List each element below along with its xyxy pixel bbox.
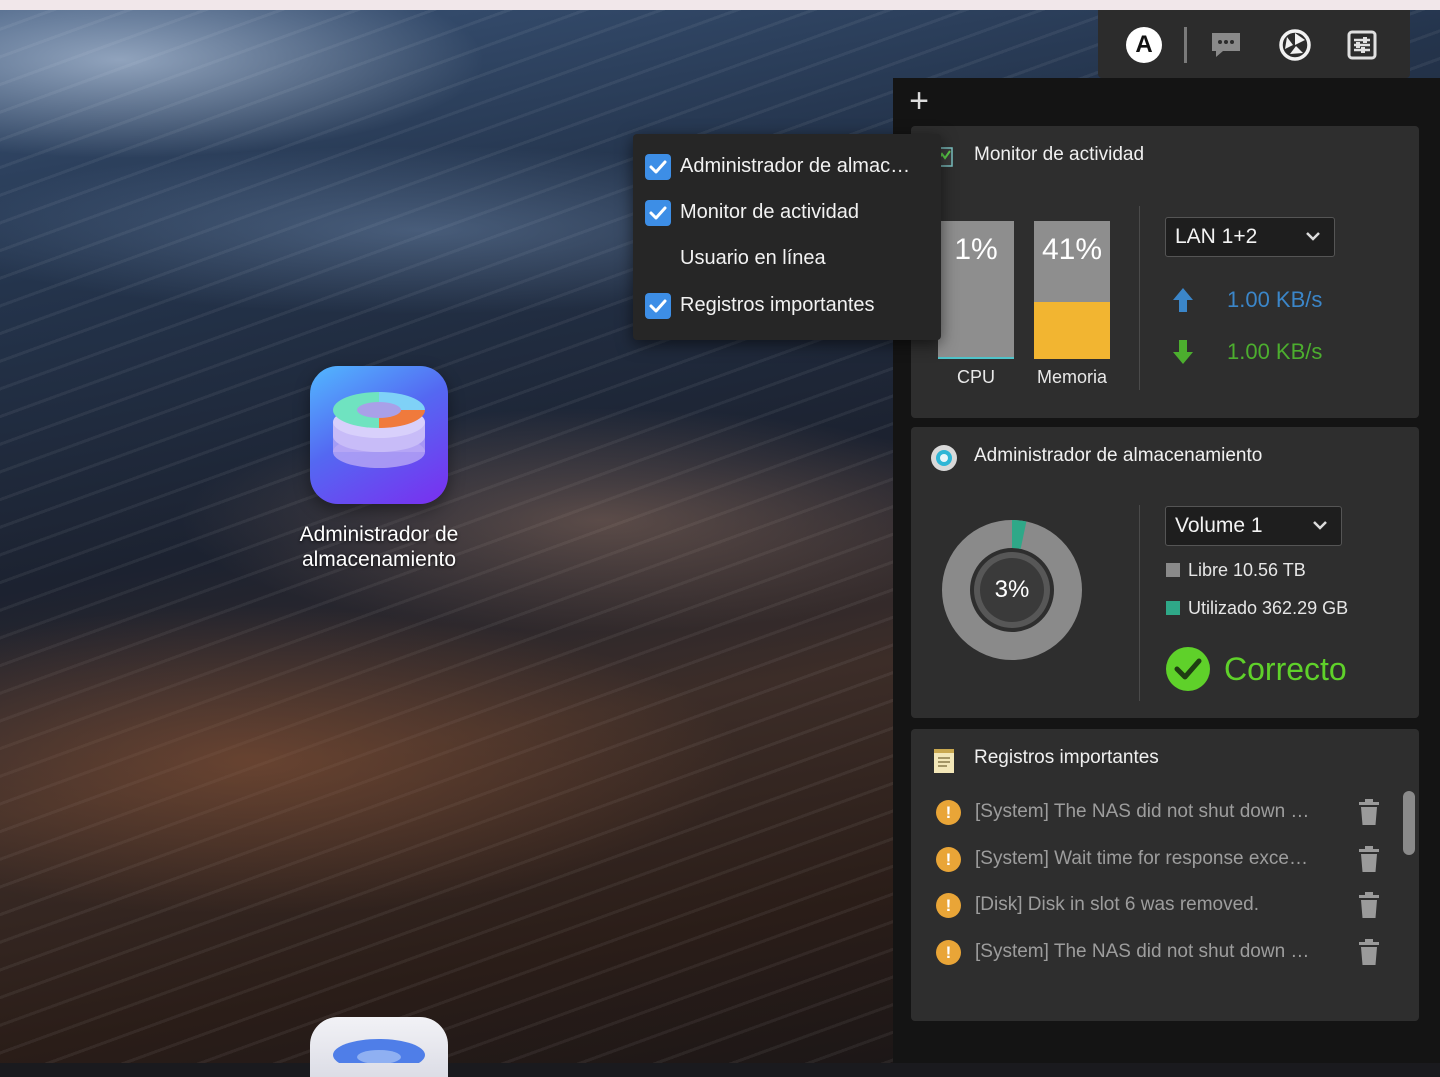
log-entry-text: [System] The NAS did not shut down … bbox=[975, 940, 1310, 962]
warning-icon: ! bbox=[936, 939, 961, 965]
storage-stack-icon bbox=[333, 392, 425, 468]
chevron-down-icon bbox=[1306, 232, 1320, 241]
storage-manager-title: Administrador de almacenamiento bbox=[974, 445, 1263, 466]
widget-selection-menu: Administrador de almac… Monitor de activi… bbox=[633, 134, 941, 340]
volume-select[interactable]: Volume 1 bbox=[1165, 506, 1342, 546]
used-legend-swatch bbox=[1166, 601, 1180, 615]
free-legend-swatch bbox=[1166, 563, 1180, 577]
checkbox-checked-icon[interactable] bbox=[645, 293, 671, 319]
dashboard-icon bbox=[1279, 29, 1311, 61]
trash-icon[interactable] bbox=[1357, 845, 1381, 873]
download-rate: 1.00 KB/s bbox=[1227, 339, 1323, 364]
activity-monitor-widget: Monitor de actividad 1% CPU 41% Memoria … bbox=[911, 126, 1419, 418]
chat-icon bbox=[1212, 33, 1240, 57]
widget-menu-item-label: Usuario en línea bbox=[680, 247, 826, 269]
network-interface-value: LAN 1+2 bbox=[1175, 225, 1258, 248]
window-top-strip bbox=[0, 0, 1440, 10]
checkbox-checked-icon[interactable] bbox=[645, 154, 671, 180]
log-entry-row[interactable]: ! [Disk] Disk in slot 6 was removed. bbox=[931, 889, 1379, 925]
free-space-label: Libre 10.56 TB bbox=[1188, 560, 1306, 580]
log-entry-text: [Disk] Disk in slot 6 was removed. bbox=[975, 894, 1260, 915]
chevron-down-icon bbox=[1313, 521, 1327, 530]
widget-menu-item[interactable]: Registros importantes bbox=[645, 285, 935, 329]
status-ok-icon bbox=[1166, 647, 1210, 691]
memory-usage-bar: 41% bbox=[1034, 221, 1110, 359]
dashboard-button[interactable] bbox=[1275, 25, 1315, 65]
widget-menu-item[interactable]: Usuario en línea bbox=[645, 238, 935, 282]
storage-status-text: Correcto bbox=[1224, 651, 1347, 687]
toolbar-separator bbox=[1184, 27, 1187, 63]
trash-icon[interactable] bbox=[1357, 891, 1381, 919]
widget-menu-item-label: Registros importantes bbox=[680, 294, 875, 316]
important-logs-widget: Registros importantes ! [System] The NAS … bbox=[911, 729, 1419, 1021]
upload-rate: 1.00 KB/s bbox=[1227, 287, 1323, 312]
activity-divider bbox=[1139, 206, 1140, 390]
widget-menu-item[interactable]: Monitor de actividad bbox=[645, 192, 935, 236]
log-list-scrollbar[interactable] bbox=[1403, 791, 1415, 855]
add-widget-button[interactable]: + bbox=[903, 84, 935, 118]
user-avatar-button[interactable]: A bbox=[1124, 25, 1164, 65]
log-entry-row[interactable]: ! [System] Wait time for response exce… bbox=[931, 843, 1379, 879]
log-entry-text: [System] Wait time for response exce… bbox=[975, 847, 1308, 869]
memory-usage-value: 41% bbox=[1041, 233, 1103, 266]
storage-manager-app-label[interactable]: Administrador de almacenamiento bbox=[270, 522, 488, 572]
settings-sliders-icon bbox=[1347, 30, 1377, 60]
memory-usage-fill bbox=[1034, 302, 1110, 359]
cpu-usage-fill bbox=[938, 356, 1014, 359]
download-arrow-icon bbox=[1173, 340, 1193, 364]
desktop-app-icon-partial[interactable] bbox=[310, 1017, 448, 1077]
memory-label: Memoria bbox=[1036, 367, 1107, 387]
volume-select-value: Volume 1 bbox=[1175, 514, 1263, 537]
cpu-usage-value: 1% bbox=[954, 233, 998, 266]
storage-disk-icon bbox=[931, 445, 957, 471]
top-toolbar: A bbox=[1098, 10, 1410, 78]
upload-arrow-icon bbox=[1173, 288, 1193, 312]
important-logs-title: Registros importantes bbox=[974, 747, 1159, 768]
network-interface-select[interactable]: LAN 1+2 bbox=[1165, 217, 1335, 257]
log-entry-text: [System] The NAS did not shut down … bbox=[975, 801, 1310, 822]
used-space-label: Utilizado 362.29 GB bbox=[1188, 598, 1349, 618]
warning-icon: ! bbox=[936, 846, 961, 872]
settings-button[interactable] bbox=[1342, 25, 1382, 65]
warning-icon: ! bbox=[936, 893, 961, 918]
messages-button[interactable] bbox=[1206, 25, 1246, 65]
activity-monitor-title: Monitor de actividad bbox=[974, 144, 1145, 165]
log-entry-row[interactable]: ! [System] The NAS did not shut down … bbox=[931, 796, 1379, 832]
storage-manager-widget: Administrador de almacenamiento 3% Volum… bbox=[911, 427, 1419, 718]
widget-menu-item[interactable]: Administrador de almac… bbox=[645, 146, 935, 190]
cpu-usage-bar: 1% bbox=[938, 221, 1014, 359]
log-notepad-icon bbox=[934, 749, 954, 773]
widget-menu-item-label: Administrador de almac… bbox=[680, 155, 911, 177]
cpu-label: CPU bbox=[956, 367, 995, 387]
checkbox-checked-icon[interactable] bbox=[645, 200, 671, 226]
storage-used-percent: 3% bbox=[994, 576, 1030, 603]
widget-menu-item-label: Monitor de actividad bbox=[680, 201, 859, 223]
trash-icon[interactable] bbox=[1357, 798, 1381, 826]
log-entry-row[interactable]: ! [System] The NAS did not shut down … bbox=[931, 936, 1379, 972]
trash-icon[interactable] bbox=[1357, 938, 1381, 966]
storage-divider bbox=[1139, 505, 1140, 701]
app-partial-icon bbox=[333, 1039, 425, 1071]
avatar-icon: A bbox=[1126, 27, 1162, 63]
warning-icon: ! bbox=[936, 800, 961, 825]
storage-manager-app-icon[interactable] bbox=[310, 366, 448, 504]
